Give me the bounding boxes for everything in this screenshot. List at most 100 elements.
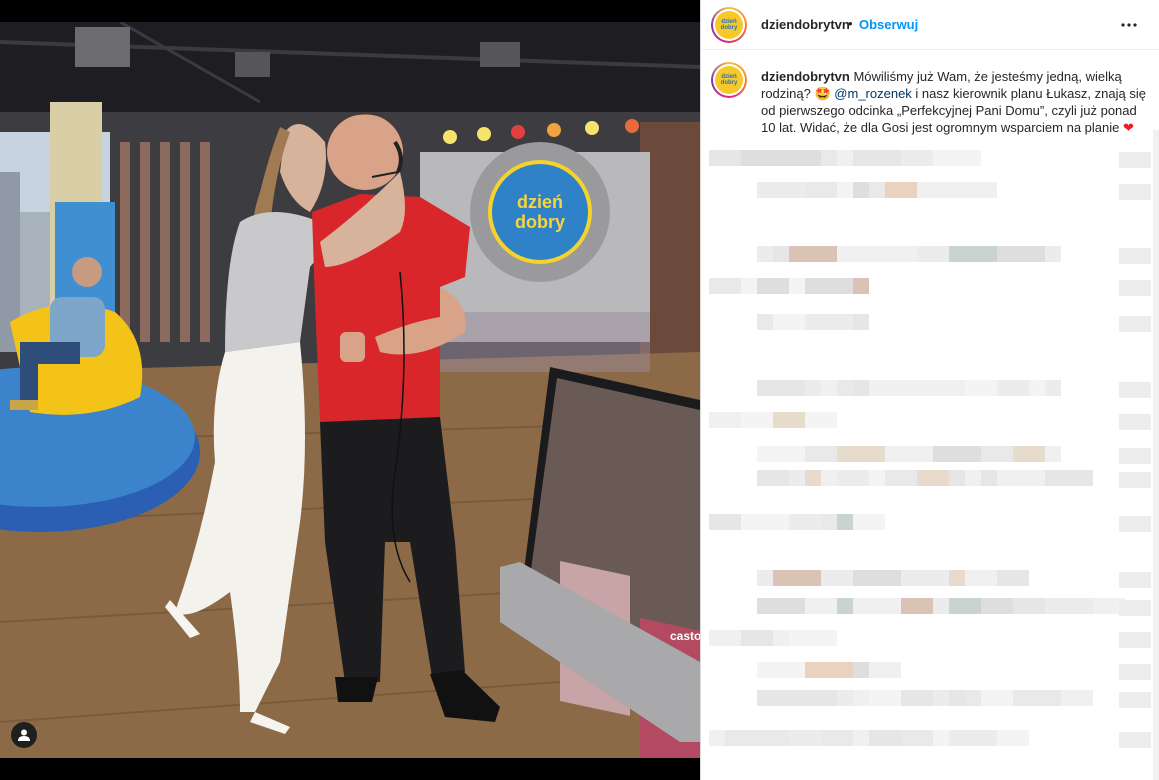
pixelated-block xyxy=(901,730,933,746)
pixelated-block xyxy=(965,182,997,198)
pixelated-block xyxy=(1119,316,1151,332)
pixelated-block xyxy=(805,380,821,396)
dzien-dobry-logo: dzień dobry xyxy=(715,11,743,39)
heart-emoji: ❤ xyxy=(1123,120,1134,135)
pixelated-block xyxy=(933,730,949,746)
pixelated-block xyxy=(741,278,757,294)
pixelated-block xyxy=(853,278,869,294)
pixelated-block xyxy=(757,182,805,198)
pixelated-block xyxy=(949,470,965,486)
more-options-button[interactable] xyxy=(1121,14,1137,32)
pixelated-block xyxy=(837,514,853,530)
pixelated-block xyxy=(869,380,885,396)
pixelated-block xyxy=(773,246,789,262)
pixelated-block xyxy=(805,412,837,428)
pixelated-block xyxy=(901,570,949,586)
tag-people-button[interactable] xyxy=(11,722,37,748)
pixelated-block xyxy=(837,380,853,396)
pixelated-block xyxy=(981,598,1013,614)
pixelated-block xyxy=(917,380,965,396)
pixelated-block xyxy=(789,514,821,530)
pixelated-block xyxy=(741,514,789,530)
pixelated-block xyxy=(1045,246,1061,262)
pixelated-block xyxy=(1029,380,1045,396)
pixelated-block xyxy=(821,730,853,746)
photo-illustration: dzień dobry casto xyxy=(0,22,700,758)
pixelated-block xyxy=(837,690,853,706)
pixelated-block xyxy=(853,314,869,330)
pixelated-block xyxy=(1119,448,1151,464)
caption-username[interactable]: dziendobrytvn xyxy=(761,69,850,84)
pixelated-block xyxy=(869,246,917,262)
pixelated-block xyxy=(949,730,997,746)
pixelated-block xyxy=(933,150,981,166)
pixelated-block xyxy=(757,730,789,746)
pixelated-block xyxy=(917,182,965,198)
tv-screen-text: casto xyxy=(670,629,700,643)
pixelated-block xyxy=(869,690,901,706)
pixelated-block xyxy=(773,570,821,586)
pixelated-block xyxy=(821,514,837,530)
pixelated-block xyxy=(853,514,885,530)
pixelated-block xyxy=(789,470,805,486)
pixelated-block xyxy=(981,446,1013,462)
pixelated-block xyxy=(853,570,901,586)
follow-button[interactable]: Obserwuj xyxy=(859,17,918,32)
pixelated-block xyxy=(1045,446,1061,462)
pixelated-block xyxy=(869,730,901,746)
pixelated-block xyxy=(965,690,981,706)
post-caption: dziendobrytvn Mówiliśmy już Wam, że jest… xyxy=(761,68,1153,136)
pixelated-block xyxy=(709,514,741,530)
pixelated-block xyxy=(821,570,853,586)
pixelated-block xyxy=(949,690,965,706)
separator-dot: • xyxy=(848,16,853,31)
pixelated-block xyxy=(869,182,885,198)
pixelated-block xyxy=(805,470,821,486)
pixelated-block xyxy=(997,470,1045,486)
pixelated-block xyxy=(885,446,933,462)
pixelated-block xyxy=(901,598,933,614)
pixelated-block xyxy=(1119,184,1151,200)
pixelated-block xyxy=(741,150,773,166)
author-avatar[interactable]: dzień dobry xyxy=(711,7,747,43)
pixelated-block xyxy=(949,246,997,262)
pixelated-block xyxy=(1119,472,1151,488)
pixelated-block xyxy=(853,730,869,746)
pixelated-block xyxy=(709,150,741,166)
pixelated-block xyxy=(757,314,773,330)
pixelated-block xyxy=(901,150,933,166)
pixelated-block xyxy=(997,380,1029,396)
comments-scrollbar[interactable] xyxy=(1153,130,1159,780)
pixelated-block xyxy=(789,246,837,262)
pixelated-block xyxy=(837,182,853,198)
pixelated-block xyxy=(709,278,741,294)
dzien-dobry-logo: dzień dobry xyxy=(715,66,743,94)
author-username[interactable]: dziendobrytvn xyxy=(761,17,850,32)
pixelated-block xyxy=(997,570,1029,586)
pixelated-block xyxy=(757,690,789,706)
pixelated-block xyxy=(709,630,741,646)
pixelated-block xyxy=(789,630,837,646)
pixelated-block xyxy=(1061,598,1093,614)
pixelated-block xyxy=(1119,664,1151,680)
pixelated-block xyxy=(1061,690,1093,706)
post-header: dzień dobry dziendobrytvn • Obserwuj xyxy=(701,0,1159,50)
pixelated-block xyxy=(805,314,853,330)
pixelated-block xyxy=(853,380,869,396)
pixelated-block xyxy=(757,246,773,262)
pixelated-block xyxy=(885,182,917,198)
pixelated-block xyxy=(1119,248,1151,264)
pixelated-block xyxy=(757,380,805,396)
pixelated-block xyxy=(885,380,917,396)
caption-mention-link[interactable]: @m_rozenek xyxy=(834,86,912,101)
pixelated-block xyxy=(1119,516,1151,532)
pixelated-block xyxy=(773,314,805,330)
pixelated-block xyxy=(821,470,837,486)
pixelated-block xyxy=(837,470,869,486)
pixelated-block xyxy=(837,446,885,462)
pixelated-block xyxy=(773,150,821,166)
pixelated-block xyxy=(741,412,773,428)
post-photo[interactable]: dzień dobry casto xyxy=(0,22,700,758)
pixelated-block xyxy=(757,278,789,294)
caption-author-avatar[interactable]: dzień dobry xyxy=(711,62,747,98)
